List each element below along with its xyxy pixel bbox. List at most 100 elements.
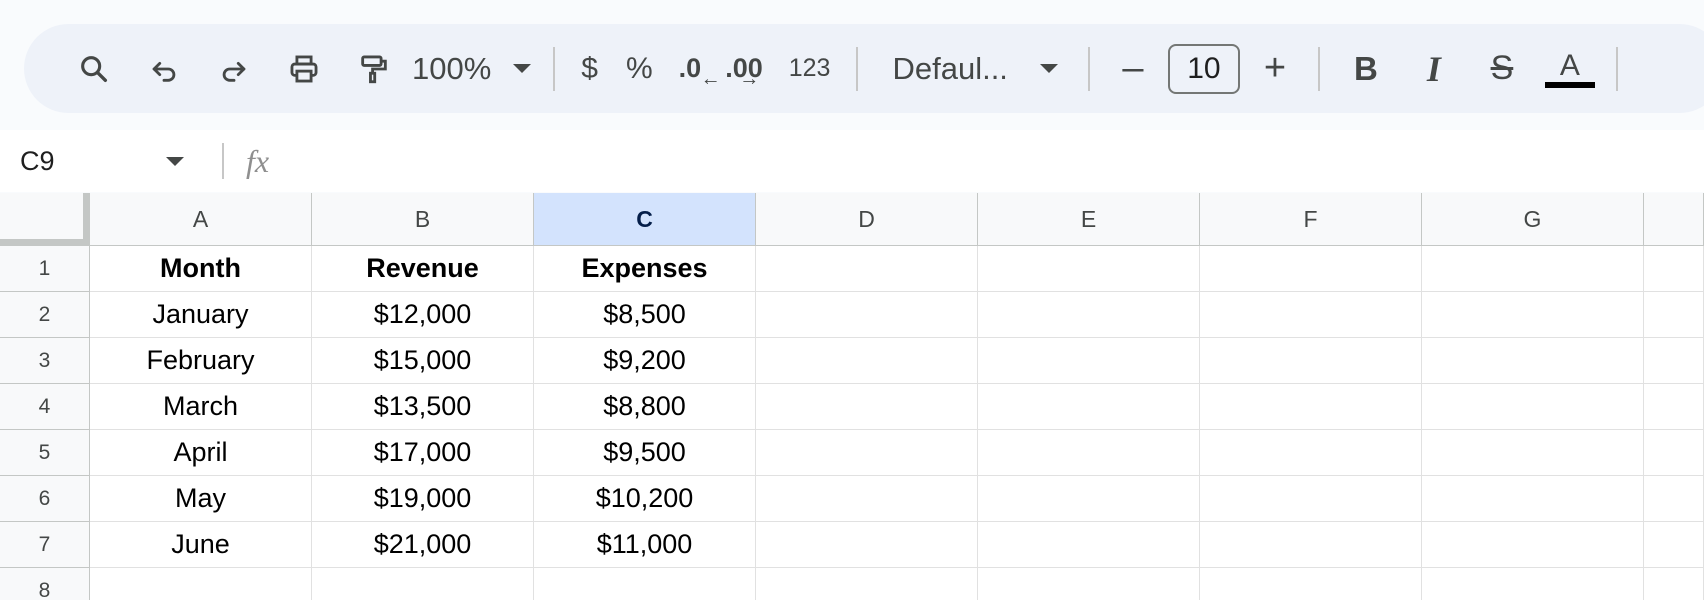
cell-a7[interactable]: June — [90, 522, 312, 568]
cell-f7[interactable] — [1200, 522, 1422, 568]
cell-d4[interactable] — [756, 384, 978, 430]
column-header-partial[interactable] — [1644, 193, 1704, 246]
redo-button[interactable] — [206, 41, 262, 97]
percent-format-button[interactable]: % — [612, 41, 667, 97]
cell-e5[interactable] — [978, 430, 1200, 476]
cell-f4[interactable] — [1200, 384, 1422, 430]
cell-c1[interactable]: Expenses — [534, 246, 756, 292]
cell-d3[interactable] — [756, 338, 978, 384]
italic-button[interactable]: I — [1400, 41, 1468, 97]
select-all-corner[interactable] — [0, 193, 90, 246]
cell-partial-6[interactable] — [1644, 476, 1704, 522]
formula-input[interactable] — [269, 138, 1704, 184]
row-header-2[interactable]: 2 — [0, 292, 90, 338]
cell-b3[interactable]: $15,000 — [312, 338, 534, 384]
cell-c6[interactable]: $10,200 — [534, 476, 756, 522]
text-color-button[interactable]: A — [1536, 41, 1604, 97]
cell-e6[interactable] — [978, 476, 1200, 522]
cell-a5[interactable]: April — [90, 430, 312, 476]
cell-b5[interactable]: $17,000 — [312, 430, 534, 476]
cell-g3[interactable] — [1422, 338, 1644, 384]
cell-d6[interactable] — [756, 476, 978, 522]
cell-b7[interactable]: $21,000 — [312, 522, 534, 568]
cell-f3[interactable] — [1200, 338, 1422, 384]
print-button[interactable] — [276, 41, 332, 97]
cell-b1[interactable]: Revenue — [312, 246, 534, 292]
cell-e4[interactable] — [978, 384, 1200, 430]
cell-d7[interactable] — [756, 522, 978, 568]
cell-d1[interactable] — [756, 246, 978, 292]
cell-a4[interactable]: March — [90, 384, 312, 430]
paint-format-button[interactable] — [346, 41, 402, 97]
cell-d5[interactable] — [756, 430, 978, 476]
font-size-input[interactable]: 10 — [1167, 43, 1240, 94]
cell-e3[interactable] — [978, 338, 1200, 384]
undo-button[interactable] — [136, 41, 192, 97]
column-header-d[interactable]: D — [756, 193, 978, 246]
cell-partial-8[interactable] — [1644, 568, 1704, 600]
row-header-6[interactable]: 6 — [0, 476, 90, 522]
cell-c7[interactable]: $11,000 — [534, 522, 756, 568]
cell-c4[interactable]: $8,800 — [534, 384, 756, 430]
cell-partial-3[interactable] — [1644, 338, 1704, 384]
column-header-g[interactable]: G — [1422, 193, 1644, 246]
row-header-5[interactable]: 5 — [0, 430, 90, 476]
cell-c5[interactable]: $9,500 — [534, 430, 756, 476]
row-header-8[interactable]: 8 — [0, 568, 90, 600]
cell-b8[interactable] — [312, 568, 534, 600]
font-family-select[interactable]: Defaul... — [870, 41, 1075, 97]
cell-b2[interactable]: $12,000 — [312, 292, 534, 338]
decrease-font-size-button[interactable]: – — [1102, 41, 1164, 97]
cell-g8[interactable] — [1422, 568, 1644, 600]
row-header-3[interactable]: 3 — [0, 338, 90, 384]
cell-g2[interactable] — [1422, 292, 1644, 338]
cell-f2[interactable] — [1200, 292, 1422, 338]
cell-g5[interactable] — [1422, 430, 1644, 476]
number-format-button[interactable]: 123 — [775, 41, 845, 97]
increase-decimal-button[interactable]: .00 → — [713, 41, 775, 97]
cell-partial-2[interactable] — [1644, 292, 1704, 338]
cell-partial-7[interactable] — [1644, 522, 1704, 568]
cell-a6[interactable]: May — [90, 476, 312, 522]
cell-c2[interactable]: $8,500 — [534, 292, 756, 338]
cell-c8[interactable] — [534, 568, 756, 600]
strikethrough-button[interactable]: S — [1468, 41, 1536, 97]
cell-e1[interactable] — [978, 246, 1200, 292]
row-header-7[interactable]: 7 — [0, 522, 90, 568]
row-header-1[interactable]: 1 — [0, 246, 90, 292]
cell-b6[interactable]: $19,000 — [312, 476, 534, 522]
cell-b4[interactable]: $13,500 — [312, 384, 534, 430]
bold-button[interactable]: B — [1332, 41, 1400, 97]
cell-e7[interactable] — [978, 522, 1200, 568]
column-header-b[interactable]: B — [312, 193, 534, 246]
name-box[interactable]: C9 — [0, 138, 204, 184]
cell-d8[interactable] — [756, 568, 978, 600]
row-header-4[interactable]: 4 — [0, 384, 90, 430]
cell-g1[interactable] — [1422, 246, 1644, 292]
cell-partial-1[interactable] — [1644, 246, 1704, 292]
cell-e8[interactable] — [978, 568, 1200, 600]
currency-format-button[interactable]: $ — [567, 41, 612, 97]
search-button[interactable] — [66, 41, 122, 97]
cell-c3[interactable]: $9,200 — [534, 338, 756, 384]
cell-f8[interactable] — [1200, 568, 1422, 600]
cell-a3[interactable]: February — [90, 338, 312, 384]
decrease-decimal-button[interactable]: .0 ← — [667, 41, 721, 97]
column-header-e[interactable]: E — [978, 193, 1200, 246]
cell-f5[interactable] — [1200, 430, 1422, 476]
cell-a2[interactable]: January — [90, 292, 312, 338]
cell-partial-5[interactable] — [1644, 430, 1704, 476]
cell-f6[interactable] — [1200, 476, 1422, 522]
column-header-a[interactable]: A — [90, 193, 312, 246]
increase-font-size-button[interactable]: + — [1244, 41, 1306, 97]
column-header-f[interactable]: F — [1200, 193, 1422, 246]
cell-a8[interactable] — [90, 568, 312, 600]
cell-f1[interactable] — [1200, 246, 1422, 292]
zoom-select[interactable]: 100% — [402, 41, 541, 97]
cell-partial-4[interactable] — [1644, 384, 1704, 430]
cell-g6[interactable] — [1422, 476, 1644, 522]
cell-a1[interactable]: Month — [90, 246, 312, 292]
column-header-c[interactable]: C — [534, 193, 756, 246]
cell-g4[interactable] — [1422, 384, 1644, 430]
cell-g7[interactable] — [1422, 522, 1644, 568]
